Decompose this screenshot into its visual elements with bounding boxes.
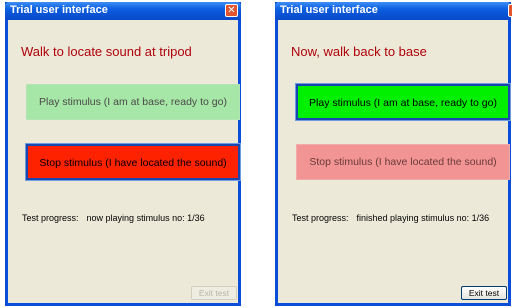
exit-test-button: Exit test (191, 286, 237, 300)
title-bar[interactable]: Trial user interface ✕ (5, 2, 241, 20)
progress-status: now playing stimulus no: 1/36 (86, 213, 205, 223)
stop-stimulus-button[interactable]: Stop stimulus (I have located the sound) (25, 143, 241, 181)
instruction-heading: Walk to locate sound at tripod (21, 44, 192, 59)
stop-stimulus-button[interactable]: Stop stimulus (I have located the sound) (296, 144, 510, 180)
test-progress: Test progress: now playing stimulus no: 1… (22, 213, 205, 223)
window-title: Trial user interface (10, 4, 108, 16)
close-icon[interactable] (508, 4, 512, 17)
trial-window-right: Trial user interface Now, walk back to b… (275, 2, 512, 306)
progress-status: finished playing stimulus no: 1/36 (356, 213, 490, 223)
play-stimulus-button[interactable]: Play stimulus (I am at base, ready to go… (26, 84, 240, 120)
progress-label: Test progress: (292, 213, 349, 223)
exit-test-button[interactable]: Exit test (461, 286, 507, 300)
trial-window-left: Trial user interface ✕ Walk to locate so… (5, 2, 241, 306)
play-stimulus-button[interactable]: Play stimulus (I am at base, ready to go… (295, 83, 511, 121)
instruction-heading: Now, walk back to base (291, 44, 427, 59)
progress-label: Test progress: (22, 213, 79, 223)
window-title: Trial user interface (280, 4, 378, 16)
close-icon[interactable]: ✕ (225, 4, 238, 17)
test-progress: Test progress: finished playing stimulus … (292, 213, 489, 223)
title-bar[interactable]: Trial user interface (275, 2, 512, 20)
